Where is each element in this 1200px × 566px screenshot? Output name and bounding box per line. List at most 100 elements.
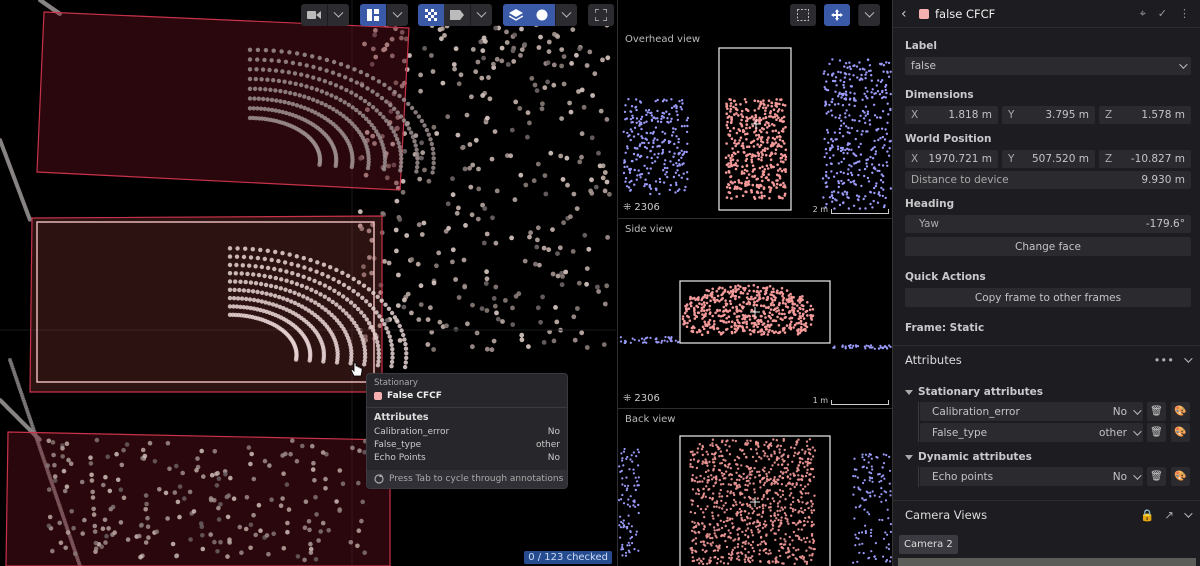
point (780, 519, 783, 522)
position-z-field[interactable]: Z -10.827 m (1099, 150, 1191, 168)
point (315, 99, 320, 104)
point (731, 306, 735, 309)
camera-menu-chevron-icon[interactable] (327, 4, 349, 26)
point (424, 127, 430, 133)
point (765, 475, 769, 478)
point (868, 471, 871, 474)
point (334, 499, 339, 504)
viewport-3d[interactable]: Stationary False CFCF Attributes Calibra… (0, 0, 616, 566)
camera-thumbnail[interactable] (898, 558, 1196, 566)
palette-icon[interactable]: 🎨 (1171, 402, 1190, 421)
point (843, 97, 846, 101)
checked-status-badge[interactable]: 0 / 123 checked (524, 551, 612, 564)
point (296, 292, 302, 297)
point (865, 344, 868, 347)
layers-menu-chevron-icon[interactable] (555, 4, 577, 26)
point (826, 131, 830, 134)
palette-icon[interactable]: 🎨 (1171, 423, 1190, 442)
point (658, 177, 662, 181)
more-horizontal-icon[interactable]: ••• (1154, 353, 1174, 367)
more-icon[interactable]: ⋮ (1179, 7, 1190, 21)
dimension-y-field[interactable]: Y 3.795 m (1002, 106, 1095, 124)
point (654, 117, 657, 120)
layout-menu-chevron-icon[interactable] (386, 4, 408, 26)
point (137, 533, 142, 539)
stationary-attributes-group[interactable]: Stationary attributes (905, 386, 1043, 398)
attribute-calibration-error[interactable]: Calibration_error No (920, 402, 1143, 421)
point (798, 295, 802, 299)
point (262, 106, 267, 112)
point (674, 339, 677, 342)
views-menu-chevron-icon[interactable] (858, 4, 880, 26)
trash-icon[interactable]: 🗑 (1147, 402, 1166, 421)
point (745, 183, 749, 187)
point (710, 544, 713, 547)
layers-icon[interactable] (503, 4, 529, 26)
chevron-down-icon[interactable] (1184, 508, 1193, 518)
point (777, 195, 781, 198)
point (793, 562, 796, 565)
display-menu-chevron-icon[interactable] (470, 4, 492, 26)
sphere-icon[interactable] (529, 4, 555, 26)
position-x-field[interactable]: X 1970.721 m (905, 150, 998, 168)
heading-section-title: Heading (905, 198, 955, 210)
point (124, 442, 130, 447)
color-swatch-icon[interactable] (919, 8, 929, 19)
trash-icon[interactable]: 🗑 (1147, 467, 1166, 486)
point (745, 296, 749, 299)
change-face-button[interactable]: Change face (905, 237, 1191, 256)
camera-icon[interactable] (301, 4, 327, 26)
move-arrows-icon[interactable] (824, 4, 850, 26)
attribute-false-type[interactable]: False_type other (920, 423, 1143, 442)
trash-icon[interactable]: 🗑 (1147, 423, 1166, 442)
position-y-field[interactable]: Y 507.520 m (1002, 150, 1095, 168)
point (873, 191, 876, 195)
check-icon[interactable]: ✓ (1158, 7, 1167, 21)
point (718, 506, 721, 509)
point (481, 55, 486, 61)
fullscreen-icon[interactable] (588, 4, 614, 26)
yaw-field[interactable]: Yaw -179.6° (905, 215, 1191, 233)
point (701, 460, 705, 463)
back-chevron-icon[interactable]: ‹ (901, 6, 915, 22)
point (101, 482, 106, 488)
label-tag-icon[interactable] (444, 4, 470, 26)
camera-views-section-header[interactable]: Camera Views 🔒 ↗ (892, 500, 1200, 528)
point (334, 360, 340, 365)
side-view[interactable]: Side view ⁜ 2306 1 m (618, 219, 893, 408)
copy-frame-button[interactable]: Copy frame to other frames (905, 288, 1191, 307)
layout-grid-icon[interactable] (360, 4, 386, 26)
point (880, 500, 883, 503)
attribute-echo-points[interactable]: Echo points No (920, 467, 1143, 486)
dimension-z-field[interactable]: Z 1.578 m (1099, 106, 1191, 124)
tooltip-kind: Stationary (374, 378, 418, 388)
chevron-down-icon[interactable] (1184, 353, 1193, 363)
selection-box-icon[interactable] (790, 4, 816, 26)
point (879, 116, 882, 119)
label-select[interactable]: false (905, 57, 1191, 75)
overhead-scale: 2 m (813, 205, 889, 214)
point (402, 337, 407, 342)
external-link-icon[interactable]: ↗ (1164, 508, 1174, 522)
point (461, 257, 467, 263)
point (713, 529, 716, 532)
point (50, 440, 56, 445)
dimension-x-field[interactable]: X 1.818 m (905, 106, 998, 124)
point (753, 488, 756, 491)
palette-icon[interactable]: 🎨 (1171, 467, 1190, 486)
point (860, 184, 863, 188)
back-view[interactable]: Back view (618, 409, 893, 566)
point (763, 443, 766, 447)
target-icon[interactable]: ⌖ (1140, 7, 1146, 21)
point (839, 149, 843, 153)
point (696, 488, 700, 491)
points-pattern-icon[interactable] (418, 4, 444, 26)
camera-2-chip[interactable]: Camera 2 (899, 535, 958, 554)
point (489, 347, 495, 353)
overhead-view[interactable]: Overhead view ⁜ 2306 2 m (618, 29, 893, 217)
lock-icon[interactable]: 🔒 (1140, 508, 1154, 522)
point (675, 106, 678, 110)
dynamic-attributes-group[interactable]: Dynamic attributes (905, 451, 1032, 463)
point (888, 147, 891, 150)
attributes-section-header[interactable]: Attributes ••• (892, 345, 1200, 373)
